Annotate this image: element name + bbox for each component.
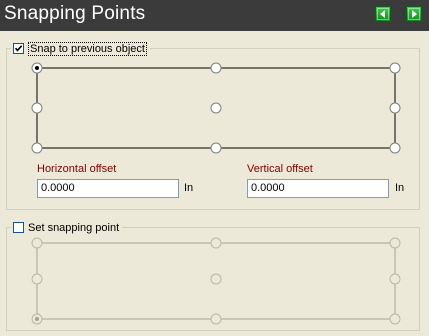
snap-radio-center [210,273,222,285]
snap-radio-bottom-right[interactable] [389,142,401,154]
snap-radio-bottom-left[interactable] [31,142,43,154]
arrow-left-icon[interactable] [375,6,391,22]
snap-radio-middle-right[interactable] [389,102,401,114]
vertical-offset-unit: In [395,182,405,194]
window-title: Snapping Points [4,3,146,24]
snap-radio-top-right [389,237,401,249]
snap-radio-top-left[interactable] [31,62,43,74]
snap-radio-top-left [31,237,43,249]
snap-radio-top-center[interactable] [210,62,222,74]
snap-point-diagram-disabled [31,237,401,325]
snap-radio-middle-left [31,273,43,285]
snap-radio-bottom-center [210,313,222,325]
snap-radio-bottom-left [31,313,43,325]
horizontal-offset-label: Horizontal offset [37,163,117,175]
snap-radio-center[interactable] [210,102,222,114]
snap-radio-bottom-center[interactable] [210,142,222,154]
radio-selected-dot [35,317,39,321]
vertical-offset-input[interactable]: 0.0000 [247,179,389,198]
vertical-offset-label: Vertical offset [247,163,313,175]
horizontal-offset-input[interactable]: 0.0000 [37,179,179,198]
snap-previous-group: Snap to previous object Horizontal offse… [6,41,420,210]
set-snapping-group: Set snapping point [6,220,420,331]
snap-radio-bottom-right [389,313,401,325]
snap-radio-top-right[interactable] [389,62,401,74]
snap-radio-middle-right [389,273,401,285]
arrow-right-icon[interactable] [406,6,422,22]
horizontal-offset-unit: In [184,182,194,194]
snap-radio-middle-left[interactable] [31,102,43,114]
title-bar: Snapping Points [0,0,429,31]
radio-selected-dot [35,66,39,70]
snap-radio-top-center [210,237,222,249]
